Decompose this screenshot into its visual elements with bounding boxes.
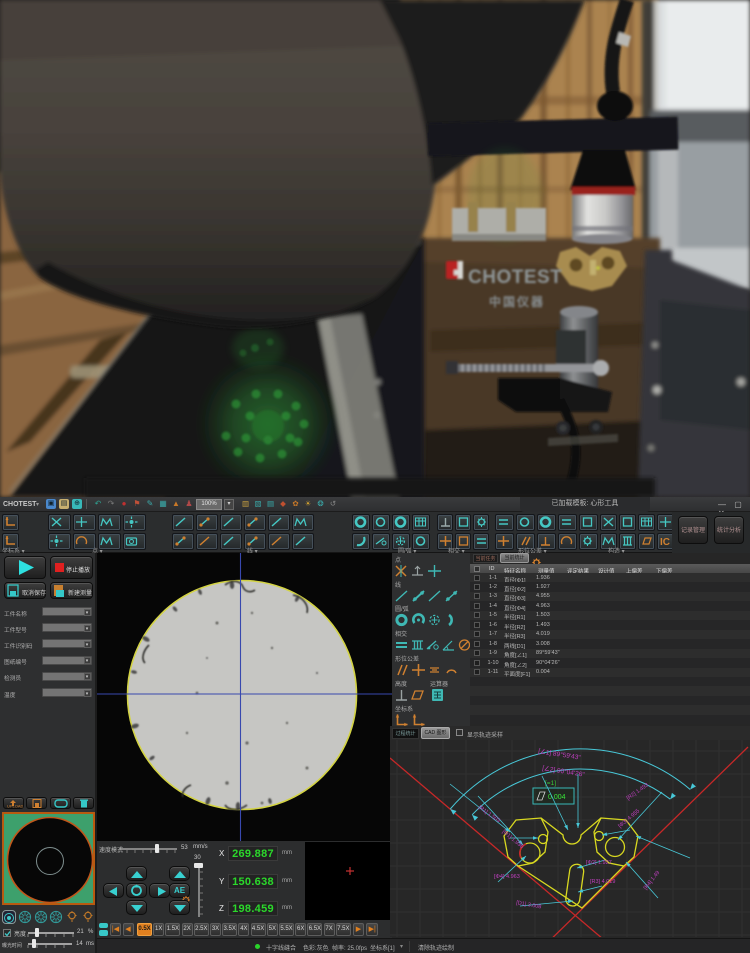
svg-text:[D1] 3.008: [D1] 3.008 (516, 900, 542, 910)
svg-text:[R3] 4.019: [R3] 4.019 (590, 879, 615, 885)
svg-text:[Φ4] 4.963: [Φ4] 4.963 (494, 874, 520, 880)
svg-text:中国仪器: 中国仪器 (489, 294, 545, 309)
svg-text:[Φ2] 1.927: [Φ2] 1.927 (586, 860, 612, 866)
svg-text:[R4] 1.49: [R4] 1.49 (643, 870, 661, 891)
svg-text:[R2] 1.493: [R2] 1.493 (626, 782, 650, 801)
svg-text:[∠2] 90°04'26": [∠2] 90°04'26" (542, 764, 586, 779)
svg-text:IC: IC (660, 537, 670, 547)
svg-text:UPLOAD: UPLOAD (7, 803, 23, 808)
svg-text:0.004: 0.004 (548, 794, 566, 801)
svg-text:CHOTEST: CHOTEST (468, 267, 562, 288)
